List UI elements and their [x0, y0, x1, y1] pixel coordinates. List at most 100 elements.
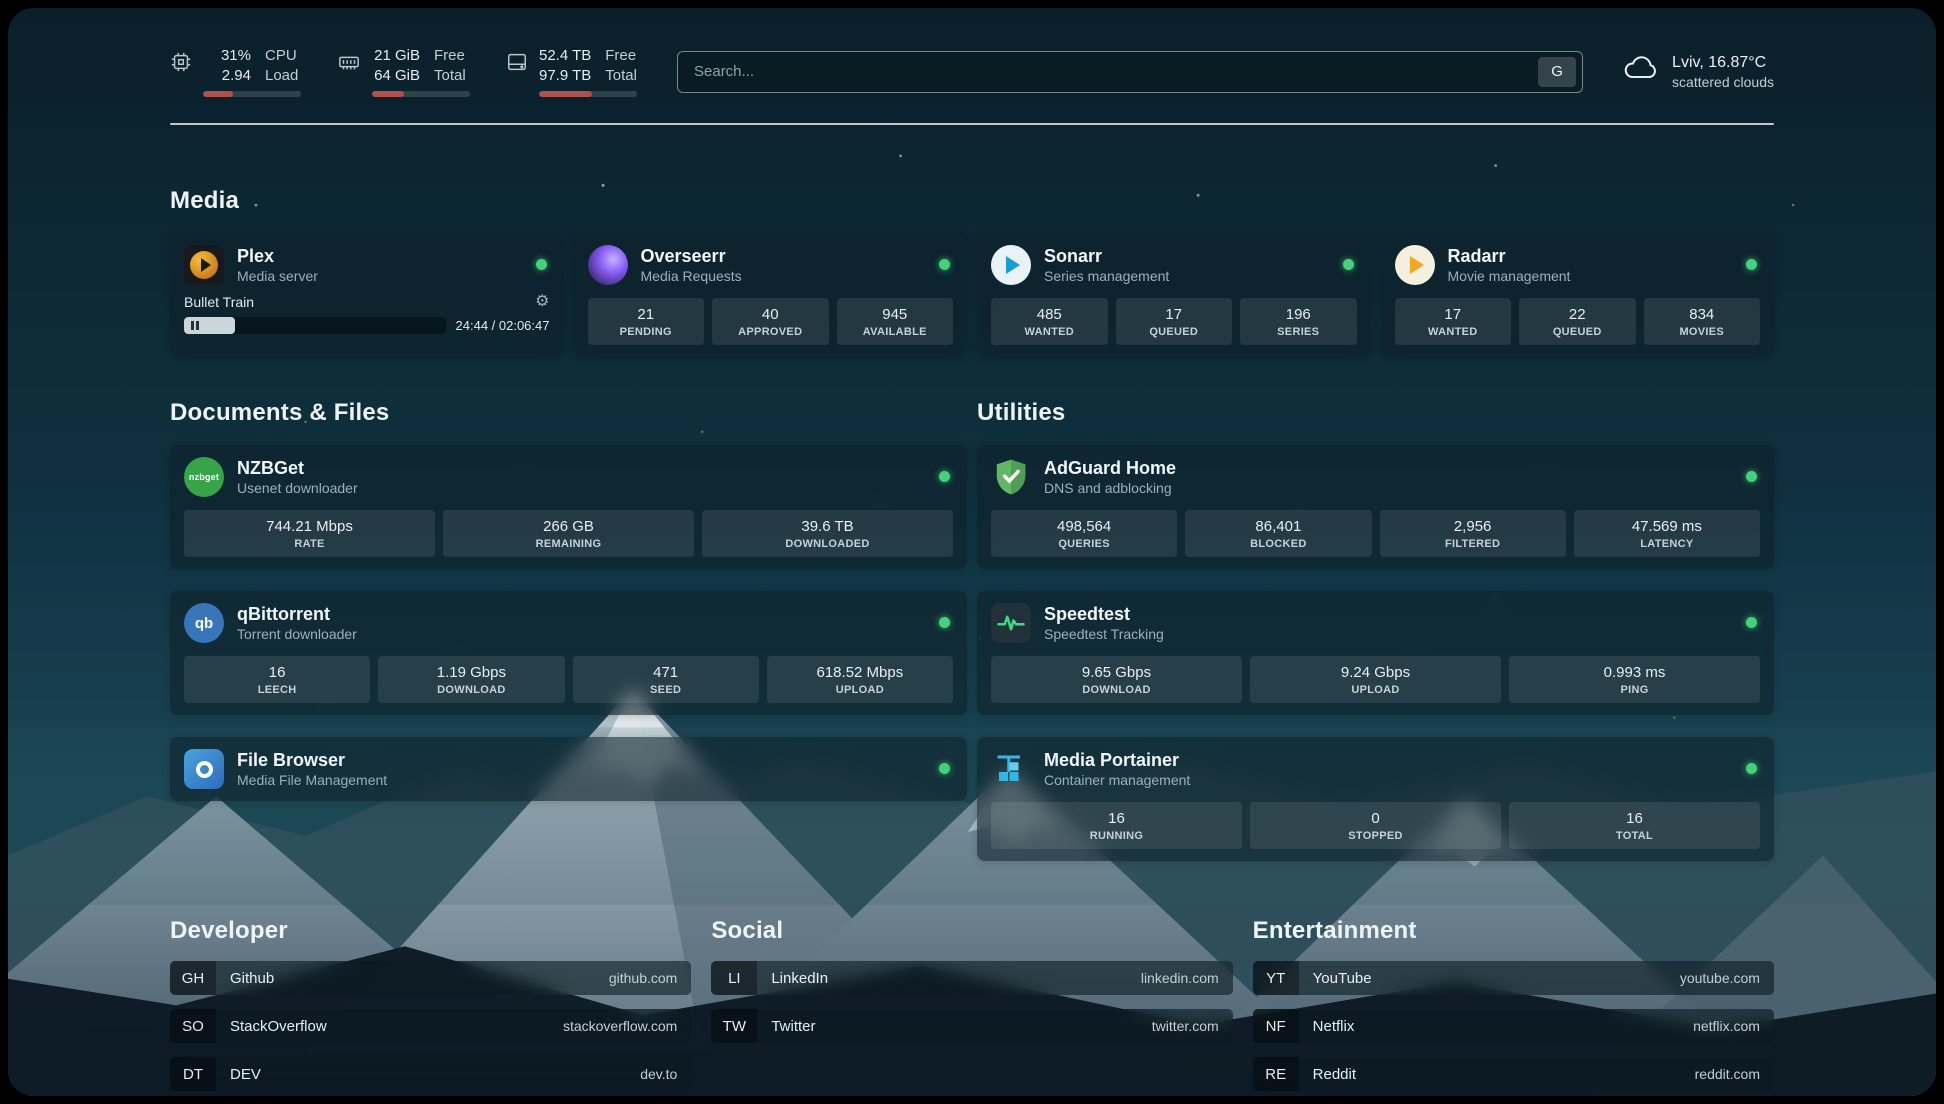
app-name: Speedtest — [1044, 604, 1164, 625]
search-input[interactable] — [694, 63, 1538, 80]
bookmark-stackoverflow[interactable]: SO StackOverflow stackoverflow.com — [170, 1009, 691, 1043]
now-playing-title: Bullet Train — [184, 294, 254, 310]
cpu-load-value: 2.94 — [203, 66, 251, 86]
disk-total-label: Total — [605, 66, 637, 86]
cpu-usage-fill — [203, 91, 233, 97]
section-media: Media Plex Media server Bullet Train — [170, 187, 1774, 357]
stat-seed: 471SEED — [573, 656, 759, 703]
dashboard-screen: 31% 2.94 CPU Load — [8, 8, 1936, 1096]
card-portainer[interactable]: Media Portainer Container management 16R… — [977, 737, 1774, 861]
nzbget-icon: nzbget — [184, 457, 224, 497]
cpu-widget: 31% 2.94 CPU Load — [170, 46, 301, 97]
bookmark-url: reddit.com — [1695, 1066, 1760, 1082]
media-section-title: Media — [170, 187, 1774, 215]
pause-icon[interactable] — [191, 321, 199, 330]
bookmark-reddit[interactable]: RE Reddit reddit.com — [1253, 1057, 1774, 1091]
card-filebrowser[interactable]: File Browser Media File Management — [170, 737, 967, 801]
header-divider — [170, 123, 1774, 125]
card-qbittorrent[interactable]: qb qBittorrent Torrent downloader 16LEEC… — [170, 591, 967, 715]
stat-pending: 21PENDING — [588, 298, 705, 345]
media-grid: Plex Media server Bullet Train ⚙ — [170, 233, 1774, 357]
stat-movies: 834MOVIES — [1644, 298, 1761, 345]
bookmark-github[interactable]: GH Github github.com — [170, 961, 691, 995]
plex-now-playing: Bullet Train ⚙ 24:44 / 02:06:47 — [184, 294, 550, 334]
card-overseerr[interactable]: Overseerr Media Requests 21PENDING 40APP… — [574, 233, 968, 357]
bookmark-name: Twitter — [771, 1018, 815, 1035]
bookmark-name: Github — [230, 970, 274, 987]
bookmark-netflix[interactable]: NF Netflix netflix.com — [1253, 1009, 1774, 1043]
bookmark-url: netflix.com — [1693, 1018, 1760, 1034]
weather-location: Lviv, 16.87°C — [1672, 54, 1774, 72]
card-speedtest[interactable]: Speedtest Speedtest Tracking 9.65 GbpsDO… — [977, 591, 1774, 715]
section-documents: Documents & Files nzbget NZBGet Usenet d… — [170, 399, 967, 861]
status-dot — [1343, 259, 1354, 270]
app-name: File Browser — [237, 750, 387, 771]
bookmark-linkedin[interactable]: LI LinkedIn linkedin.com — [711, 961, 1232, 995]
bookmark-abbr: DT — [170, 1057, 216, 1091]
stat-latency: 47.569 msLATENCY — [1574, 510, 1760, 557]
disk-free-value: 52.4 TB — [539, 46, 591, 66]
card-sonarr[interactable]: Sonarr Series management 485WANTED 17QUE… — [977, 233, 1371, 357]
utilities-section-title: Utilities — [977, 399, 1774, 427]
bookmark-abbr: NF — [1253, 1009, 1299, 1043]
bookmark-dev[interactable]: DT DEV dev.to — [170, 1057, 691, 1091]
settings-gear-icon[interactable]: ⚙ — [535, 294, 549, 310]
card-adguard[interactable]: AdGuard Home DNS and adblocking 498,564Q… — [977, 445, 1774, 569]
stat-wanted: 17WANTED — [1395, 298, 1512, 345]
app-name: Radarr — [1448, 246, 1571, 267]
entertainment-section-title: Entertainment — [1253, 917, 1774, 945]
card-nzbget[interactable]: nzbget NZBGet Usenet downloader 744.21 M… — [170, 445, 967, 569]
app-subtitle: Movie management — [1448, 268, 1571, 284]
memory-free-value: 21 GiB — [372, 46, 420, 66]
radarr-icon — [1395, 245, 1435, 285]
section-utilities: Utilities — [977, 399, 1774, 861]
plex-icon — [184, 245, 224, 285]
app-name: Media Portainer — [1044, 750, 1190, 771]
search-bar: G — [677, 51, 1583, 93]
developer-section-title: Developer — [170, 917, 691, 945]
section-developer: Developer GH Github github.com SO StackO… — [170, 917, 691, 1091]
stat-queued: 17QUEUED — [1116, 298, 1233, 345]
app-subtitle: DNS and adblocking — [1044, 480, 1176, 496]
stat-queued: 22QUEUED — [1519, 298, 1636, 345]
bookmark-url: stackoverflow.com — [563, 1018, 677, 1034]
bookmark-abbr: YT — [1253, 961, 1299, 995]
bookmark-name: StackOverflow — [230, 1018, 327, 1035]
status-dot — [1746, 259, 1757, 270]
cpu-label: CPU — [265, 46, 298, 66]
overseerr-icon — [588, 245, 628, 285]
stat-filtered: 2,956FILTERED — [1380, 510, 1566, 557]
weather-condition: scattered clouds — [1672, 74, 1774, 90]
app-subtitle: Torrent downloader — [237, 626, 357, 642]
disk-free-label: Free — [605, 46, 637, 66]
card-plex[interactable]: Plex Media server Bullet Train ⚙ — [170, 233, 564, 357]
app-subtitle: Speedtest Tracking — [1044, 626, 1164, 642]
stat-upload: 9.24 GbpsUPLOAD — [1250, 656, 1501, 703]
bookmark-youtube[interactable]: YT YouTube youtube.com — [1253, 961, 1774, 995]
filebrowser-icon — [184, 749, 224, 789]
bookmark-twitter[interactable]: TW Twitter twitter.com — [711, 1009, 1232, 1043]
status-dot — [1746, 763, 1757, 774]
memory-total-value: 64 GiB — [372, 66, 420, 86]
disk-widget: 52.4 TB 97.9 TB Free Total — [506, 46, 637, 97]
bookmark-abbr: LI — [711, 961, 757, 995]
cpu-usage-bar — [203, 91, 301, 97]
app-name: Plex — [237, 246, 318, 267]
stat-download: 9.65 GbpsDOWNLOAD — [991, 656, 1242, 703]
status-dot — [939, 763, 950, 774]
search-provider-button[interactable]: G — [1538, 57, 1576, 87]
sonarr-icon — [991, 245, 1031, 285]
bookmark-url: twitter.com — [1152, 1018, 1219, 1034]
bookmark-name: Reddit — [1313, 1066, 1356, 1083]
playback-progress-bar[interactable] — [184, 317, 446, 334]
bookmark-url: dev.to — [640, 1066, 677, 1082]
speedtest-icon — [991, 603, 1031, 643]
stat-upload: 618.52 MbpsUPLOAD — [767, 656, 953, 703]
stat-running: 16RUNNING — [991, 802, 1242, 849]
app-name: NZBGet — [237, 458, 358, 479]
memory-widget: 21 GiB 64 GiB Free Total — [337, 46, 470, 97]
stat-series: 196SERIES — [1240, 298, 1357, 345]
stat-available: 945AVAILABLE — [837, 298, 954, 345]
card-radarr[interactable]: Radarr Movie management 17WANTED 22QUEUE… — [1381, 233, 1775, 357]
bookmark-url: youtube.com — [1680, 970, 1760, 986]
